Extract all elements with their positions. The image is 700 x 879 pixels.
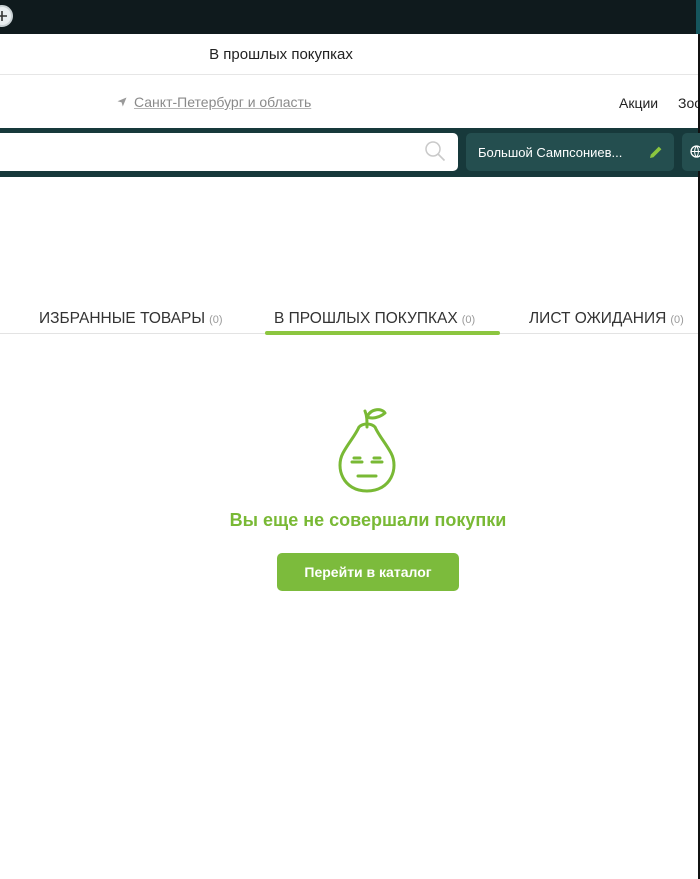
- go-to-catalog-button[interactable]: Перейти в каталог: [277, 553, 459, 591]
- active-tab-underline: [265, 331, 500, 335]
- tab-past-purchases-label: В ПРОШЛЫХ ПОКУПКАХ: [274, 310, 458, 327]
- tab-waiting-list[interactable]: ЛИСТ ОЖИДАНИЯ (0): [529, 310, 684, 328]
- page-title: В прошлых покупках: [209, 45, 353, 63]
- window-edge-strip: [696, 0, 700, 34]
- search-input[interactable]: [0, 133, 458, 171]
- tab-favorites-count: (0): [209, 314, 223, 326]
- tab-favorites-label: ИЗБРАННЫЕ ТОВАРЫ: [39, 310, 206, 327]
- location-arrow-icon: [117, 97, 127, 107]
- nav-link-promo[interactable]: Акции: [619, 95, 658, 111]
- search-icon[interactable]: [424, 140, 446, 162]
- tab-waiting-list-label: ЛИСТ ОЖИДАНИЯ: [529, 310, 667, 327]
- page-title-bar: В прошлых покупках: [0, 34, 698, 75]
- tab-favorites[interactable]: ИЗБРАННЫЕ ТОВАРЫ (0): [39, 310, 223, 328]
- globe-icon: [690, 145, 700, 158]
- tab-waiting-list-count: (0): [670, 314, 684, 326]
- search-bar: Большой Сампсониев...: [0, 128, 700, 177]
- location-selector[interactable]: Санкт-Петербург и область: [117, 94, 311, 110]
- pear-face-icon: [338, 408, 396, 493]
- tab-past-purchases[interactable]: В ПРОШЛЫХ ПОКУПКАХ (0): [274, 310, 475, 328]
- nav-link-zoo[interactable]: Зоо: [678, 95, 698, 111]
- empty-state-message: Вы еще не совершали покупки: [229, 510, 507, 530]
- favorites-tabs: ИЗБРАННЫЕ ТОВАРЫ (0) В ПРОШЛЫХ ПОКУПКАХ (0…: [0, 300, 698, 334]
- tab-past-purchases-count: (0): [461, 314, 476, 326]
- location-region-label[interactable]: Санкт-Петербург и область: [134, 94, 311, 110]
- browser-top-bar: [0, 0, 700, 34]
- new-tab-plus-icon[interactable]: [0, 5, 13, 27]
- store-selector-label: Большой Сампсониев...: [478, 144, 623, 160]
- store-selector-button[interactable]: Большой Сампсониев...: [466, 133, 674, 171]
- pencil-icon: [650, 146, 662, 158]
- location-row: Санкт-Петербург и область Акции Зоо: [0, 76, 698, 128]
- globe-button[interactable]: [682, 133, 700, 171]
